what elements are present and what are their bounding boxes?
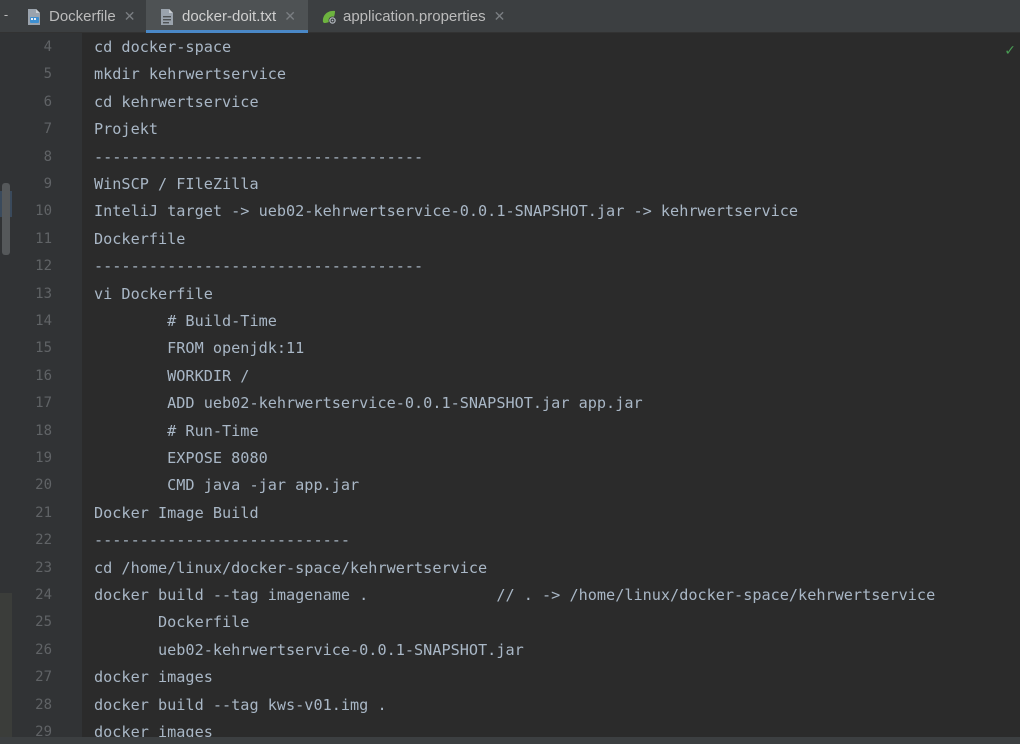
line-number: 19 xyxy=(35,450,52,466)
code-line[interactable]: cd kehrwertservice xyxy=(94,89,259,116)
line-number: 13 xyxy=(35,285,52,302)
line-number: 5 xyxy=(43,66,52,83)
tab-label: docker-doit.txt xyxy=(182,8,277,25)
line-number: 15 xyxy=(35,340,52,357)
tab-application-properties[interactable]: application.properties ✕ xyxy=(310,0,515,33)
code-line[interactable]: vi Dockerfile xyxy=(94,281,213,308)
tab-docker-doit[interactable]: docker-doit.txt ✕ xyxy=(146,0,308,33)
code-editor[interactable]: ✓ cd docker-space mkdir kehrwertservice cd… xyxy=(82,33,1020,737)
code-line[interactable]: Dockerfile xyxy=(94,226,185,253)
line-number: 22 xyxy=(35,532,52,549)
close-icon[interactable]: ✕ xyxy=(124,9,136,25)
scrollbar-thumb[interactable] xyxy=(2,183,10,255)
line-number: 20 xyxy=(35,477,52,494)
line-number: 7 xyxy=(43,121,52,138)
code-line[interactable]: FROM openjdk:11 xyxy=(94,335,304,362)
left-marker-strip xyxy=(0,33,12,744)
line-number: 12 xyxy=(35,258,52,275)
code-line[interactable]: # Build-Time xyxy=(94,308,277,335)
text-file-icon xyxy=(159,8,175,26)
line-number: 9 xyxy=(43,176,52,192)
tab-dockerfile[interactable]: Dockerfile ✕ xyxy=(14,0,144,33)
horizontal-scrollbar[interactable] xyxy=(0,737,1020,744)
line-number-gutter: 4 5 6 7 8 9 10 11 12 13 14 15 16 17 18 19 20 21 22 23 24 25 26… xyxy=(12,33,82,744)
code-line[interactable]: ADD ueb02-kehrwertservice-0.0.1-SNAPSHOT… xyxy=(94,390,642,417)
line-number: 18 xyxy=(35,422,52,439)
code-line[interactable]: InteliJ target -> ueb02-kehrwertservice-… xyxy=(94,198,798,225)
line-number: 17 xyxy=(35,395,52,412)
line-number: 27 xyxy=(35,669,52,686)
code-line[interactable]: ------------------------------------ xyxy=(94,253,423,280)
tab-label: Dockerfile xyxy=(49,8,116,25)
editor-tab-bar: - Dockerfile ✕ docker-doit.txt ✕ applica… xyxy=(0,0,1020,33)
code-line[interactable]: cd /home/linux/docker-space/kehrwertserv… xyxy=(94,555,487,582)
line-number: 25 xyxy=(35,614,52,631)
code-line[interactable]: mkdir kehrwertservice xyxy=(94,61,286,88)
line-number: 16 xyxy=(35,367,52,384)
close-icon[interactable]: ✕ xyxy=(494,9,506,25)
docker-file-icon xyxy=(26,8,42,26)
line-number: 24 xyxy=(35,587,52,603)
tab-scroll-left-icon[interactable]: - xyxy=(0,0,12,33)
code-line[interactable]: Docker Image Build xyxy=(94,500,259,527)
code-line[interactable]: Dockerfile xyxy=(94,609,249,636)
line-number: 26 xyxy=(35,641,52,658)
checkmark-icon[interactable]: ✓ xyxy=(1004,43,1016,59)
code-line[interactable]: EXPOSE 8080 xyxy=(94,445,268,472)
code-line[interactable]: docker build --tag imagename . // . -> /… xyxy=(94,582,935,609)
code-line[interactable]: # Run-Time xyxy=(94,418,258,445)
code-line[interactable]: ---------------------------- xyxy=(94,527,350,554)
line-number: 14 xyxy=(35,313,52,329)
line-number: 23 xyxy=(35,559,52,576)
code-line[interactable]: WinSCP / FIleZilla xyxy=(94,171,259,198)
code-line[interactable]: docker images xyxy=(94,664,213,691)
line-number: 10 xyxy=(35,203,52,220)
code-line[interactable]: ueb02-kehrwertservice-0.0.1-SNAPSHOT.jar xyxy=(94,637,524,664)
code-line[interactable]: docker images xyxy=(94,719,213,737)
line-number: 6 xyxy=(43,93,52,110)
change-marker xyxy=(0,593,12,744)
code-line[interactable]: docker build --tag kws-v01.img . xyxy=(94,692,387,719)
tab-label: application.properties xyxy=(343,8,486,25)
line-number: 21 xyxy=(35,504,52,521)
close-icon[interactable]: ✕ xyxy=(284,9,296,25)
line-number: 4 xyxy=(43,39,52,55)
line-number: 11 xyxy=(35,230,52,247)
spring-properties-icon xyxy=(320,8,337,26)
code-line[interactable]: Projekt xyxy=(94,116,158,143)
code-line[interactable]: cd docker-space xyxy=(94,34,231,61)
line-number: 28 xyxy=(35,696,52,713)
code-line[interactable]: CMD java -jar app.jar xyxy=(94,472,359,499)
code-line[interactable]: ------------------------------------ xyxy=(94,144,423,171)
code-line[interactable]: WORKDIR / xyxy=(94,363,249,390)
line-number: 8 xyxy=(43,148,52,165)
